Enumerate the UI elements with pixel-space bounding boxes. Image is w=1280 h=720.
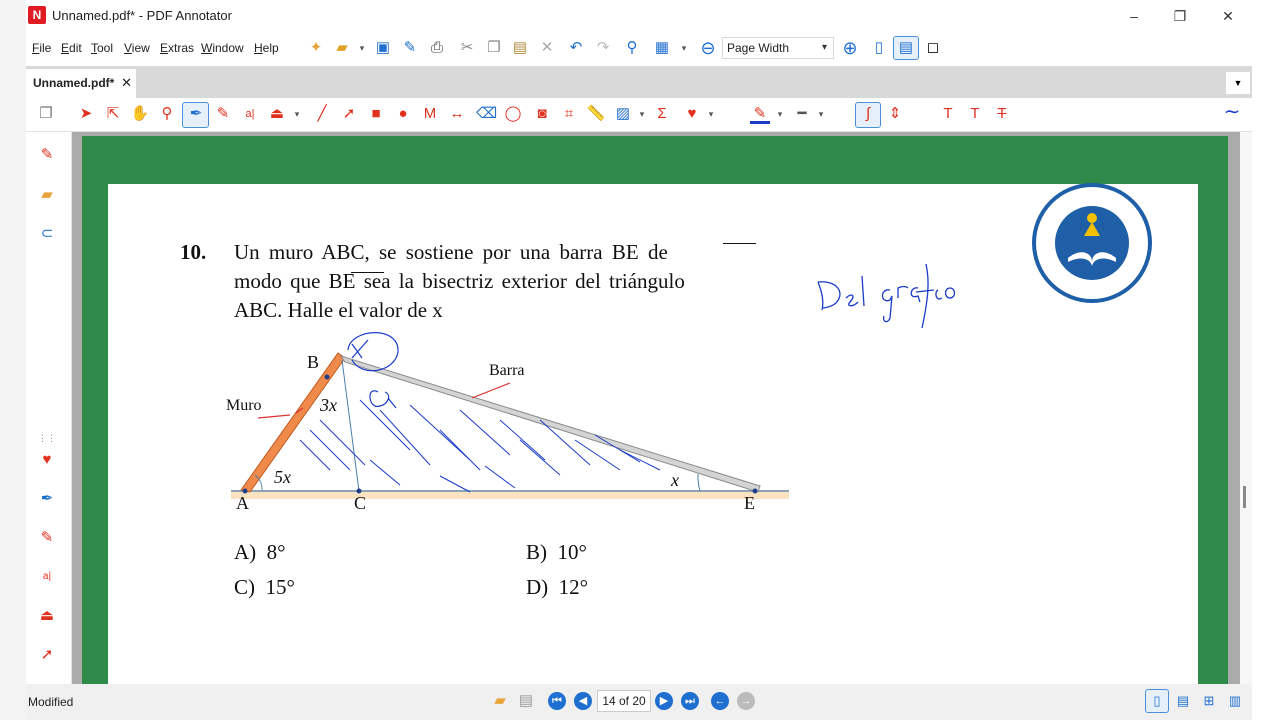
triangle-figure <box>231 183 1152 499</box>
bookmarks-icon[interactable]: ▰ <box>490 691 510 711</box>
label-a: A <box>236 493 249 513</box>
forward-icon[interactable]: → <box>737 692 755 710</box>
option-c-letter: C) <box>234 575 255 599</box>
label-c: C <box>354 493 367 513</box>
back-icon[interactable]: ← <box>711 692 729 710</box>
label-b: B <box>307 352 320 372</box>
page-layout-icon[interactable]: ▤ <box>516 691 536 711</box>
view-continuous-icon[interactable]: ▤ <box>1172 690 1194 712</box>
logo-figure-head-icon <box>1087 213 1097 223</box>
app-window: N Unnamed.pdf* - PDF Annotator – ❐ ✕ Fil… <box>0 0 1252 720</box>
label-barra: Barra <box>489 362 525 379</box>
angle-arc-e <box>697 473 701 492</box>
point-b <box>324 374 330 380</box>
label-e: E <box>744 493 755 513</box>
option-b-value: 10° <box>557 540 587 564</box>
option-c: C) 15° <box>234 575 295 600</box>
bar-barra <box>339 355 761 493</box>
bar-pointer <box>471 382 511 399</box>
option-b-letter: B) <box>526 540 547 564</box>
option-a-letter: A) <box>234 540 257 564</box>
first-page-icon[interactable]: ⏮ <box>548 692 566 710</box>
label-muro: Muro <box>226 397 262 414</box>
angle-label-b: 3x <box>320 395 337 415</box>
status-text: Modified <box>28 695 74 709</box>
segment-bc <box>341 359 360 492</box>
angle-label-a: 5x <box>274 467 291 487</box>
angle-label-e: x <box>671 470 679 490</box>
last-page-icon[interactable]: ⏭ <box>681 692 699 710</box>
handwritten-hatching <box>299 399 661 493</box>
previous-page-icon[interactable]: ◀ <box>574 692 592 710</box>
handwritten-angle-marks <box>347 332 399 409</box>
option-c-value: 15° <box>265 575 295 599</box>
page-indicator[interactable]: 14 of 20 <box>597 690 651 712</box>
view-single-icon: ▯ <box>1153 693 1161 708</box>
view-columns-icon[interactable]: ▥ <box>1224 690 1246 712</box>
option-a-value: 8° <box>266 540 286 564</box>
option-d-letter: D) <box>526 575 549 599</box>
wall-muro <box>240 352 346 493</box>
handwritten-note-del-grafico <box>817 263 956 329</box>
next-page-icon[interactable]: ▶ <box>655 692 673 710</box>
option-d-value: 12° <box>558 575 589 599</box>
right-edge-strip <box>1252 0 1280 720</box>
option-d: D) 12° <box>526 575 588 600</box>
option-a: A) 8° <box>234 540 286 565</box>
option-b: B) 10° <box>526 540 587 565</box>
view-facing-icon[interactable]: ⊞ <box>1198 690 1220 712</box>
